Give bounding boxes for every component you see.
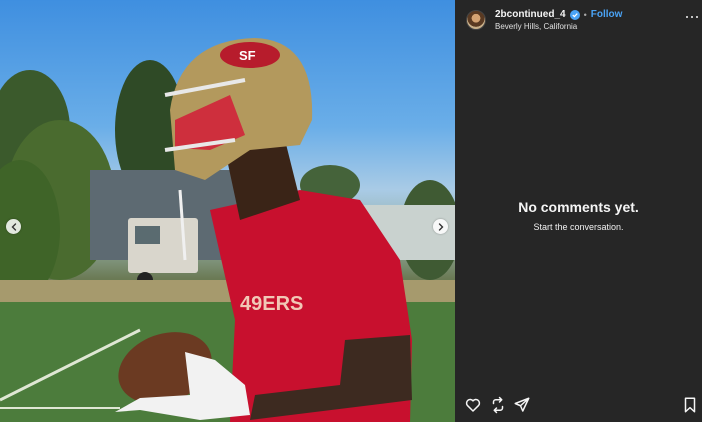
next-photo-button[interactable] — [433, 219, 448, 234]
location-link[interactable]: Beverly Hills, California — [495, 22, 577, 31]
send-icon — [514, 397, 530, 412]
repost-button[interactable] — [489, 396, 507, 414]
comments-panel: 2bcontinued_4 • Follow Beverly Hills, Ca… — [455, 0, 702, 422]
avatar[interactable] — [466, 10, 486, 30]
share-button[interactable] — [513, 396, 531, 414]
verified-badge-icon — [569, 9, 580, 20]
repost-icon — [492, 396, 504, 414]
username-link[interactable]: 2bcontinued_4 — [495, 9, 566, 20]
separator: • — [583, 9, 587, 20]
empty-comments-subtitle: Start the conversation. — [533, 222, 624, 232]
post-image: 49ERS SF — [0, 38, 455, 422]
action-bar — [455, 396, 702, 418]
heart-icon — [465, 398, 481, 412]
post-header: 2bcontinued_4 • Follow Beverly Hills, Ca… — [455, 0, 702, 40]
chevron-left-icon — [11, 222, 16, 231]
more-options-button[interactable] — [686, 13, 698, 21]
empty-comments-title: No comments yet. — [518, 199, 639, 215]
more-options-icon — [686, 16, 688, 18]
svg-text:49ERS: 49ERS — [240, 293, 303, 315]
user-line: 2bcontinued_4 • Follow — [495, 9, 622, 20]
svg-text:SF: SF — [239, 48, 256, 63]
previous-photo-button[interactable] — [6, 219, 21, 234]
follow-button[interactable]: Follow — [591, 9, 623, 20]
post-photo[interactable]: 49ERS SF — [0, 0, 455, 422]
save-button[interactable] — [681, 396, 699, 414]
chevron-right-icon — [438, 222, 443, 231]
bookmark-icon — [684, 397, 696, 413]
like-button[interactable] — [464, 396, 482, 414]
